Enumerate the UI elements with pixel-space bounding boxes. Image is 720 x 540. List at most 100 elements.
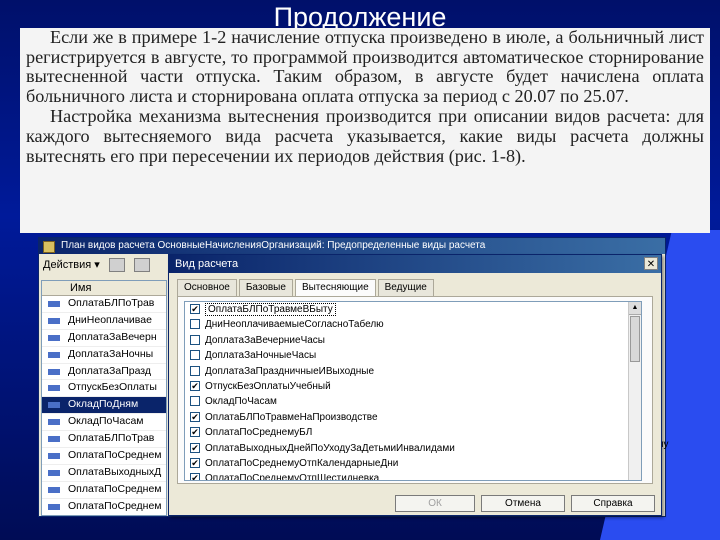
item-label: ОплатаПоСреднемуОтпШестидневка [205, 473, 380, 481]
checkbox[interactable]: ✔ [190, 473, 200, 480]
displacing-list[interactable]: ✔ ОплатаБЛПоТравмеВБыту ДниНеоплачиваемыеС… [184, 301, 642, 481]
table-row[interactable]: ОплатаПоСреднем [42, 499, 166, 515]
row-type-icon [48, 419, 60, 426]
close-icon[interactable]: ✕ [644, 257, 658, 270]
scanned-text-block: Если же в примере 1-2 начисление отпуска… [20, 27, 710, 233]
dialog-tabs: Основное Базовые Вытесняющие Ведущие [177, 279, 436, 297]
checkbox[interactable] [190, 319, 200, 330]
item-label: ОплатаПоСреднемуОтпКалендарныеДни [205, 457, 399, 469]
row-label: ДоплатаЗаНочны [68, 347, 154, 360]
row-label: ОкладПоЧасам [68, 415, 144, 428]
checkbox[interactable] [190, 350, 200, 361]
list-item[interactable]: ✔ ОплатаБЛПоТравмеНаПроизводстве [185, 410, 641, 425]
table-row[interactable]: ОплатаБЛПоТрав [42, 431, 166, 449]
list-item[interactable]: ✔ ОплатаПоСреднемуОтпШестидневка [185, 471, 641, 481]
row-label: ОплатаПоСреднем [68, 499, 162, 512]
row-type-icon [48, 334, 60, 341]
actions-menu-button[interactable]: Действия ▾ [43, 259, 100, 271]
checkbox[interactable] [190, 396, 200, 407]
table-row[interactable]: ОплатаВыходныхД [42, 465, 166, 482]
list-item[interactable]: ✔ ОтпускБезОплатыУчебный [185, 379, 641, 394]
column-header-name[interactable]: Имя [42, 281, 166, 296]
window-app-icon [43, 241, 55, 253]
plan-window-titlebar: План видов расчета ОсновныеНачисленияОрг… [39, 238, 665, 254]
item-label: ДоплатаЗаПраздничныеИВыходные [205, 365, 375, 377]
row-type-icon [48, 503, 60, 510]
item-label: ОкладПоЧасам [205, 396, 277, 408]
row-type-icon [48, 351, 60, 358]
table-row[interactable]: ОкладПоЧасам [42, 414, 166, 432]
row-type-icon [48, 436, 60, 443]
table-row[interactable]: ДоплатаЗаНочны [42, 347, 166, 364]
row-label: ОплатаБЛПоТрав [68, 432, 155, 445]
checkbox[interactable]: ✔ [190, 380, 200, 391]
scan-paragraph-1: Если же в примере 1-2 начисление отпуска… [26, 27, 704, 106]
tab-pane: ✔ ОплатаБЛПоТравмеВБыту ДниНеоплачиваемыеС… [177, 296, 653, 484]
cancel-button[interactable]: Отмена [481, 495, 565, 512]
row-type-icon [48, 317, 60, 324]
row-label: ДоплатаЗаПразд [68, 364, 152, 377]
scroll-up-arrow-icon[interactable]: ▲ [629, 302, 641, 315]
table-row[interactable]: ОплатаБЛПоТрав [42, 296, 166, 313]
plan-list[interactable]: Имя ОплатаБЛПоТрав ДниНеоплачивае ДоплатаЗ… [41, 280, 167, 516]
list-item[interactable]: ✔ ОплатаВыходныхДнейПоУходуЗаДетьмиИнвали… [185, 441, 641, 456]
item-label: ДоплатаЗаНочныеЧасы [205, 350, 317, 362]
table-row[interactable]: ДоплатаЗаПразд [42, 364, 166, 381]
item-label: ОтпускБезОплатыУчебный [205, 380, 331, 392]
row-label: ОтпускБезОплаты [68, 381, 157, 394]
checkbox[interactable]: ✔ [190, 411, 200, 422]
checkbox[interactable]: ✔ [190, 457, 200, 468]
help-button[interactable]: Справка [571, 495, 655, 512]
list-item[interactable]: ДоплатаЗаНочныеЧасы [185, 348, 641, 363]
row-type-icon [48, 385, 60, 392]
item-label: ОплатаПоСреднемуБЛ [205, 427, 313, 439]
scan-paragraph-2: Настройка механизма вытеснения производи… [26, 106, 704, 166]
item-label: ОплатаВыходныхДнейПоУходуЗаДетьмиИнвалид… [205, 442, 455, 454]
row-label: ДниНеоплачивае [68, 313, 152, 326]
row-type-icon [48, 469, 60, 476]
list-item[interactable]: ✔ ОплатаПоСреднемуОтпКалендарныеДни [185, 456, 641, 471]
list-scrollbar[interactable]: ▲ [628, 302, 641, 480]
row-type-icon [48, 453, 60, 460]
ok-button[interactable]: ОК [395, 495, 475, 512]
table-row[interactable]: ДниНеоплачивае [42, 313, 166, 330]
item-label: ДоплатаЗаВечерниеЧасы [205, 334, 325, 346]
row-type-icon [48, 368, 60, 375]
scroll-thumb[interactable] [630, 316, 640, 362]
table-row[interactable]: ОтпускБезОплаты [42, 380, 166, 398]
table-row[interactable]: ОплатаПоСреднем [42, 482, 166, 499]
list-item[interactable]: ✔ ОплатаБЛПоТравмеВБыту [185, 302, 641, 317]
row-label: ДоплатаЗаВечерн [68, 330, 157, 343]
plan-window-title: План видов расчета ОсновныеНачисленияОрг… [61, 240, 486, 251]
dialog-titlebar: Вид расчета ✕ [169, 255, 661, 273]
row-type-icon [48, 301, 60, 307]
checkbox[interactable]: ✔ [190, 304, 200, 314]
table-row[interactable]: ОплатаПоСреднем [42, 448, 166, 465]
row-label: ОплатаБЛПоТрав [68, 297, 155, 309]
tab-3[interactable]: Ведущие [377, 279, 434, 296]
list-item[interactable]: ДниНеоплачиваемыеСогласноТабелю [185, 317, 641, 332]
list-item[interactable]: ✔ ОплатаПоСреднемуБЛ [185, 425, 641, 440]
table-row[interactable]: ОкладПоДням [42, 397, 166, 415]
checkbox[interactable]: ✔ [190, 442, 200, 453]
item-label: ОплатаБЛПоТравмеНаПроизводстве [205, 411, 378, 423]
row-label: ОплатаВыходныхД [68, 465, 162, 478]
item-label: ДниНеоплачиваемыеСогласноТабелю [205, 319, 384, 331]
list-item[interactable]: ДоплатаЗаПраздничныеИВыходные [185, 364, 641, 379]
checkbox[interactable] [190, 365, 200, 376]
tab-1[interactable]: Базовые [238, 279, 293, 296]
list-item[interactable]: ДоплатаЗаВечерниеЧасы [185, 333, 641, 348]
table-row[interactable]: ДоплатаЗаВечерн [42, 330, 166, 347]
list-item[interactable]: ОкладПоЧасам [185, 394, 641, 409]
tab-2[interactable]: Вытесняющие [294, 279, 376, 297]
checkbox[interactable]: ✔ [190, 427, 200, 438]
tab-0[interactable]: Основное [177, 279, 237, 296]
calc-type-dialog: Вид расчета ✕ Основное Базовые Вытесняющие… [168, 254, 662, 516]
row-label: ОкладПоДням [68, 398, 139, 411]
checkbox[interactable] [190, 334, 200, 345]
row-label: ОплатаПоСреднем [68, 482, 162, 495]
toolbar-add-icon[interactable] [108, 258, 125, 273]
item-label: ОплатаБЛПоТравмеВБыту [205, 303, 336, 316]
toolbar-edit-icon[interactable] [133, 258, 150, 273]
row-type-icon [48, 402, 60, 409]
